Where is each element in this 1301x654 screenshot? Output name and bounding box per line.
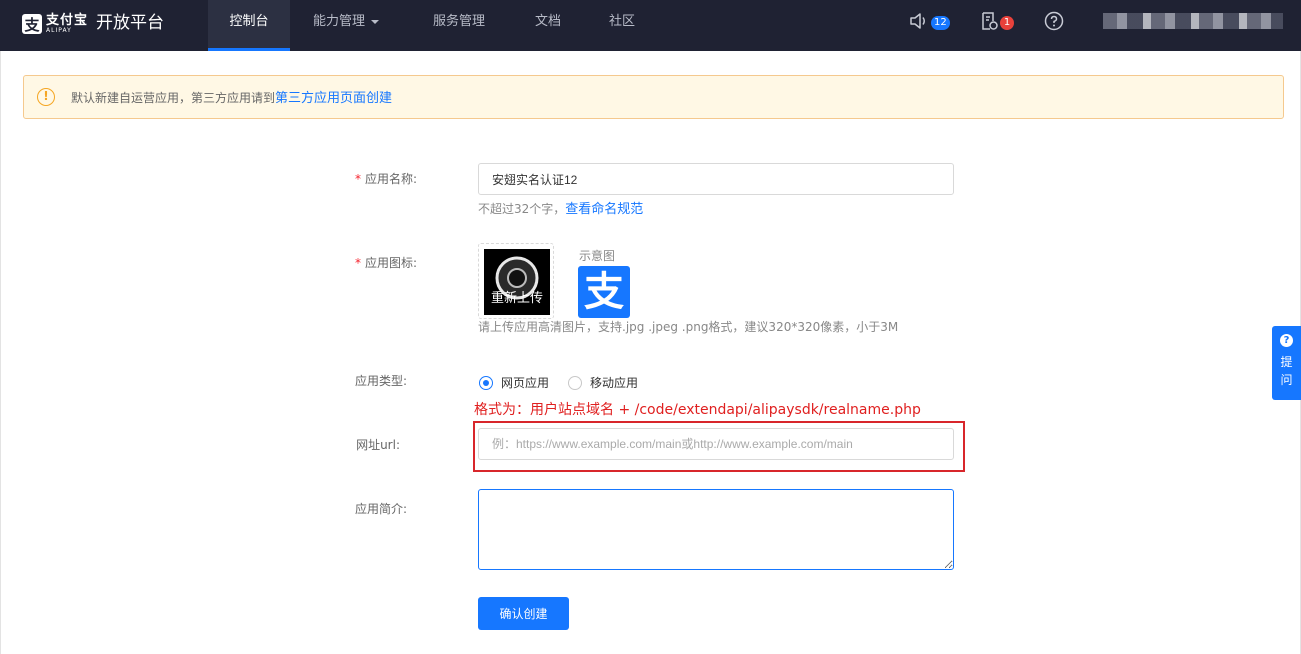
ask-question-label: 提问 (1280, 355, 1293, 387)
app-intro-textarea[interactable] (478, 489, 954, 570)
caret-down-icon (371, 19, 380, 24)
url-format-annotation: 格式为：用户站点域名 + /code/extendapi/alipaysdk/r… (474, 402, 921, 418)
app-name-label: * 应用名称: (354, 172, 417, 186)
nav-service-management[interactable]: 服务管理 (433, 0, 485, 51)
icon-uploader[interactable]: 重新上传 (478, 243, 554, 319)
document-clock-icon (982, 12, 998, 30)
question-icon: ? (1280, 334, 1293, 347)
notification-button[interactable] (908, 11, 928, 31)
radio-unchecked-icon (568, 375, 582, 390)
notification-badge: 12 (931, 16, 950, 30)
confirm-create-button[interactable]: 确认创建 (478, 597, 569, 630)
alipay-logo-icon: 支 (22, 14, 42, 34)
help-button[interactable] (1044, 11, 1064, 31)
url-label: 网址url: (356, 438, 400, 452)
logo-text-en: ALIPAY (46, 27, 72, 34)
radio-mobile-app[interactable]: 移动应用 (568, 374, 638, 391)
nav-capability-management[interactable]: 能力管理 (313, 0, 380, 51)
nav-console[interactable]: 控制台 (208, 0, 290, 51)
nav-docs[interactable]: 文档 (535, 0, 561, 51)
task-button[interactable] (979, 11, 999, 31)
app-intro-label: 应用简介: (354, 502, 407, 516)
task-badge: 1 (1000, 16, 1014, 30)
app-name-input[interactable] (478, 163, 954, 195)
top-navigation-bar: 支 支付宝 ALIPAY 开放平台 控制台 能力管理 服务管理 文档 社区 12… (0, 0, 1301, 51)
app-name-hint: 不超过32个字，查看命名规范 (478, 202, 644, 217)
alipay-sample-icon: 支 (578, 266, 630, 318)
alipay-logo[interactable]: 支 支付宝 ALIPAY (22, 10, 88, 38)
radio-checked-icon (479, 375, 493, 390)
warning-circle-icon: ! (37, 88, 55, 106)
app-icon-label: * 应用图标: (354, 256, 417, 270)
naming-rules-link[interactable]: 查看命名规范 (565, 202, 643, 217)
logo-text-cn: 支付宝 (46, 13, 89, 28)
app-type-label: 应用类型: (354, 374, 407, 388)
info-alert-banner: ! 默认新建自运营应用，第三方应用请到第三方应用页面创建 (23, 75, 1284, 119)
nav-community[interactable]: 社区 (609, 0, 635, 51)
user-account-menu[interactable] (1103, 13, 1283, 29)
sample-label: 示意图 (579, 249, 616, 263)
reupload-label: 重新上传 (490, 291, 543, 306)
speaker-icon (910, 13, 925, 29)
alert-message: 默认新建自运营应用，第三方应用请到 (71, 91, 276, 105)
radio-web-app[interactable]: 网页应用 (479, 374, 549, 391)
url-input[interactable] (478, 428, 954, 460)
third-party-app-link[interactable]: 第三方应用页面创建 (275, 91, 392, 106)
icon-upload-hint: 请上传应用高清图片，支持.jpg .jpeg .png格式，建议320*320像… (478, 320, 899, 334)
ask-question-tab[interactable]: ? 提问 (1272, 326, 1301, 400)
question-circle-icon (1044, 11, 1064, 31)
uploaded-icon-preview: 重新上传 (484, 249, 550, 315)
platform-title: 开放平台 (96, 13, 164, 33)
